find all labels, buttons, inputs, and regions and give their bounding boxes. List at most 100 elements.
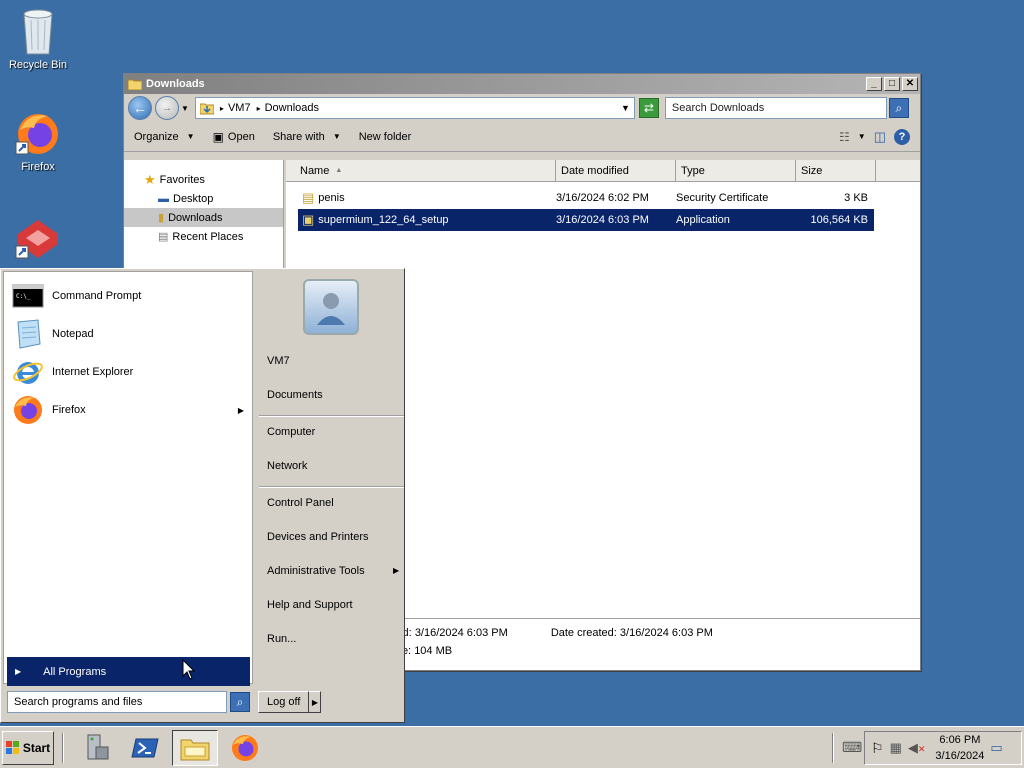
system-tray: ⚐ ▦ ◀✕ 6:06 PM 3/16/2024 ▭ [864,731,1022,765]
all-programs-label: All Programs [43,665,107,678]
start-link-documents[interactable]: Documents [267,389,323,401]
file-name: supermium_122_64_setup [318,214,449,226]
start-link-run[interactable]: Run... [267,633,296,645]
taskbar-app-powershell[interactable] [122,730,168,766]
nav-item-downloads[interactable]: ▮ Downloads [124,208,283,227]
taskbar-app-explorer[interactable] [172,730,218,766]
column-header-name[interactable]: Name ▲ [286,160,556,181]
log-off-label: Log off [267,696,301,708]
start-item-label: Command Prompt [52,290,142,302]
start-search-input[interactable]: Search programs and files [7,691,227,713]
search-icon: ⌕ [895,100,903,115]
address-dropdown-icon[interactable]: ▼ [621,103,630,113]
start-link-computer[interactable]: Computer [267,426,315,438]
share-with-button[interactable]: Share with ▼ [273,131,341,143]
volume-muted-icon[interactable]: ◀✕ [908,740,926,756]
start-label: Start [22,741,51,755]
folder-icon [180,739,210,761]
search-input[interactable]: Search Downloads [664,97,887,119]
back-arrow-icon: ← [133,100,147,116]
start-item-internet-explorer[interactable]: Internet Explorer [4,353,252,391]
taskbar-app-firefox[interactable] [222,730,268,766]
start-item-command-prompt[interactable]: C:\_ Command Prompt [4,277,252,315]
start-menu-programs: C:\_ Command Prompt Notepad Internet Exp… [3,271,253,684]
clock-time: 6:06 PM [939,734,981,746]
desktop-icon-firefox[interactable]: Firefox [0,110,76,173]
window-titlebar[interactable]: Downloads _ □ ✕ [124,74,920,94]
forward-arrow-icon: → [161,102,173,114]
notepad-icon [17,319,41,349]
nav-item-recent-places[interactable]: ▤ Recent Places [124,227,283,246]
start-search-button[interactable]: ⌕ [230,692,250,712]
start-button[interactable]: Start [2,731,54,765]
file-date: 3/16/2024 6:02 PM [556,192,649,204]
column-header-size[interactable]: Size [796,160,876,181]
refresh-button[interactable]: ⇄ [638,98,659,118]
breadcrumb-root[interactable]: VM7 [228,102,251,114]
nav-label: Favorites [159,173,205,186]
app-shortcut-icon [15,220,58,259]
column-header-date[interactable]: Date modified [556,160,676,181]
open-icon: ▣ [212,129,224,144]
user-avatar[interactable] [303,279,359,335]
search-button[interactable]: ⌕ [888,98,909,118]
organize-button[interactable]: Organize ▼ [134,131,195,143]
start-item-notepad[interactable]: Notepad [4,315,252,353]
command-bar: Organize ▼ ▣ Open Share with ▼ New folder ☷… [124,122,920,152]
all-programs-button[interactable]: ▶ All Programs [7,657,250,686]
preview-pane-icon[interactable]: ◫ [874,129,886,145]
firefox-icon [232,735,258,761]
file-name: penis [318,192,345,204]
desktop-icon-recycle-bin[interactable]: Recycle Bin [0,6,76,71]
shutdown-options-button[interactable]: ▶ [309,691,322,713]
downloads-folder-icon [199,103,214,115]
minimize-button[interactable]: _ [866,77,882,91]
table-row[interactable]: ▤ penis 3/16/2024 6:02 PM Security Certif… [298,187,874,209]
svg-text:C:\_: C:\_ [16,293,31,300]
start-link-network[interactable]: Network [267,460,307,472]
address-bar[interactable]: ▸ VM7 ▸ Downloads ▼ [194,97,635,119]
new-folder-button[interactable]: New folder [359,131,412,143]
view-dropdown-icon[interactable]: ▼ [858,132,866,141]
back-button[interactable]: ← [128,96,152,120]
taskbar-app-server-manager[interactable] [74,730,120,766]
start-link-devices-printers[interactable]: Devices and Printers [267,531,369,543]
internet-explorer-icon [13,362,43,384]
refresh-icon: ⇄ [643,101,654,115]
breadcrumb-current[interactable]: Downloads [265,102,319,114]
firefox-icon [15,114,58,155]
start-link-help-support[interactable]: Help and Support [267,599,353,611]
forward-button[interactable]: → [155,96,179,120]
view-options-icon[interactable]: ☷ [839,130,850,144]
start-link-user[interactable]: VM7 [267,355,290,367]
table-row-selected[interactable]: ▣ supermium_122_64_setup 3/16/2024 6:03 P… [298,209,874,231]
start-item-firefox[interactable]: Firefox ▶ [4,391,252,429]
maximize-button[interactable]: □ [884,77,900,91]
recent-places-icon: ▤ [158,231,169,243]
start-link-label: Help and Support [267,599,353,611]
start-link-administrative-tools[interactable]: Administrative Tools ▶ [267,565,399,577]
recent-pages-dropdown-icon[interactable]: ▼ [181,104,189,113]
clock[interactable]: 6:06 PM 3/16/2024 [935,732,984,764]
nav-label: Recent Places [172,230,244,243]
network-icon[interactable]: ▦ [890,740,902,756]
start-link-label: Computer [267,426,316,438]
chevron-down-icon: ▼ [332,132,341,141]
action-center-flag-icon[interactable]: ⚐ [871,740,884,757]
share-with-label: Share with [272,130,325,143]
start-link-control-panel[interactable]: Control Panel [267,497,334,509]
certificate-icon: ▤ [302,190,315,205]
chevron-right-icon: ▶ [15,667,22,676]
desktop-icon-app-shortcut[interactable] [0,214,76,265]
open-button[interactable]: ▣ Open [213,130,255,144]
nav-item-desktop[interactable]: ▬ Desktop [124,189,283,208]
column-label: Date modified [561,164,629,177]
help-icon[interactable]: ? [894,128,910,145]
close-button[interactable]: ✕ [902,77,918,91]
log-off-button[interactable]: Log off [258,691,310,713]
show-desktop-icon[interactable]: ▭ [990,740,1002,756]
folder-icon [128,79,142,90]
column-header-type[interactable]: Type [676,160,796,181]
keyboard-icon[interactable]: ⌨ [842,739,862,756]
nav-item-favorites[interactable]: ★ Favorites [124,170,283,189]
